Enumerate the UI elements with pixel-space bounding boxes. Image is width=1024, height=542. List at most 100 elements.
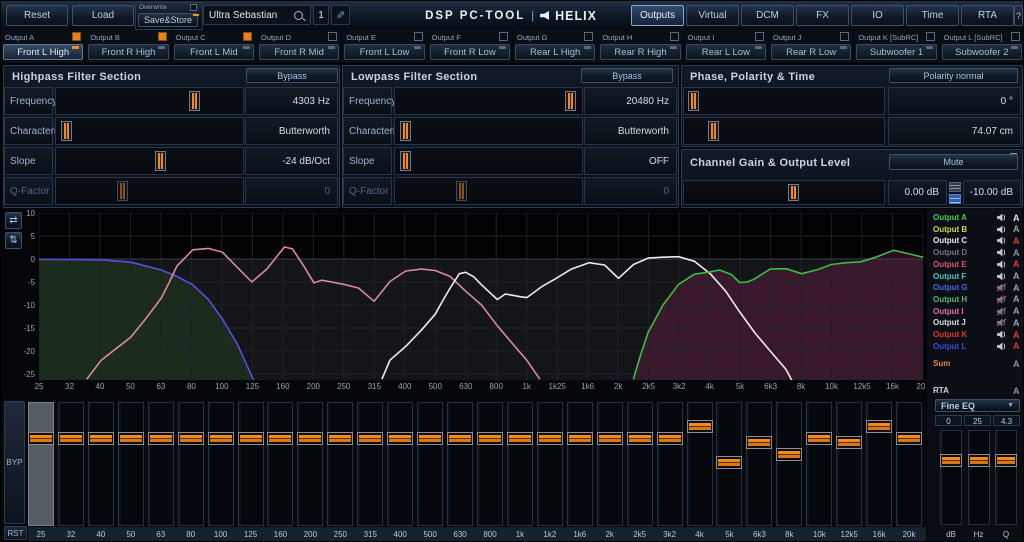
channel-row-b[interactable]: Output BA: [933, 224, 1023, 235]
eq-band-track-80[interactable]: [178, 402, 204, 526]
eq-band-track-500[interactable]: [417, 402, 443, 526]
polarity-button[interactable]: Polarity normal: [889, 68, 1018, 83]
speaker-icon[interactable]: [996, 330, 1007, 339]
speaker-muted-icon[interactable]: [996, 318, 1007, 327]
nav-fx[interactable]: FX: [796, 5, 849, 26]
eq-band-handle-400[interactable]: [387, 432, 413, 445]
edit-preset-button[interactable]: ✎: [331, 5, 350, 25]
highpass-slider-handle[interactable]: [61, 121, 72, 141]
eq-band-track-200[interactable]: [297, 402, 323, 526]
eq-band-track-8k[interactable]: [776, 402, 802, 526]
load-button[interactable]: Load: [72, 5, 134, 26]
eq-band-handle-1k6[interactable]: [567, 432, 593, 445]
eq-band-track-6k3[interactable]: [746, 402, 772, 526]
highpass-slider-handle[interactable]: [189, 91, 200, 111]
eq-band-track-63[interactable]: [148, 402, 174, 526]
output-enable-checkbox[interactable]: [414, 32, 423, 41]
eq-band-handle-800[interactable]: [477, 432, 503, 445]
highpass-slider-handle[interactable]: [117, 181, 128, 201]
eq-band-handle-160[interactable]: [267, 432, 293, 445]
channel-row-f[interactable]: Output FA: [933, 271, 1023, 282]
eq-band-handle-25[interactable]: [28, 432, 54, 445]
channel-row-rta[interactable]: RTAA: [933, 385, 1023, 396]
eq-band-track-125[interactable]: [238, 402, 264, 526]
eq-band-track-250[interactable]: [327, 402, 353, 526]
eq-band-track-400[interactable]: [387, 402, 413, 526]
reset-button[interactable]: Reset: [6, 5, 68, 26]
tab-front-l-high[interactable]: Front L High: [3, 44, 83, 60]
tab-rear-r-high[interactable]: Rear R High: [600, 44, 680, 60]
eq-band-track-32[interactable]: [58, 402, 84, 526]
fine-eq-slider-hz[interactable]: [968, 430, 990, 525]
eq-band-track-3k2[interactable]: [657, 402, 683, 526]
speaker-muted-icon[interactable]: [996, 283, 1007, 292]
eq-band-track-100[interactable]: [208, 402, 234, 526]
lowpass-slider-track[interactable]: [394, 87, 583, 115]
phase-slider-handle[interactable]: [688, 91, 699, 111]
lowpass-slider-track[interactable]: [394, 147, 583, 175]
channel-row-l[interactable]: Output LA: [933, 341, 1023, 352]
eq-band-handle-12k5[interactable]: [836, 436, 862, 449]
nav-virtual[interactable]: Virtual: [686, 5, 739, 26]
tab-front-r-low[interactable]: Front R Low: [430, 44, 510, 60]
channel-row-g[interactable]: Output GA: [933, 282, 1023, 293]
output-enable-checkbox[interactable]: [1011, 32, 1020, 41]
eq-band-track-40[interactable]: [88, 402, 114, 526]
channel-row-a[interactable]: Output AA: [933, 212, 1023, 223]
phase-slider-handle[interactable]: [708, 121, 719, 141]
eq-band-handle-630[interactable]: [447, 432, 473, 445]
eq-band-track-25[interactable]: [28, 402, 54, 526]
eq-band-handle-2k[interactable]: [597, 432, 623, 445]
eq-band-track-315[interactable]: [357, 402, 383, 526]
nav-time[interactable]: Time: [906, 5, 959, 26]
speaker-icon[interactable]: [996, 225, 1007, 234]
eq-band-handle-63[interactable]: [148, 432, 174, 445]
output-enable-checkbox[interactable]: [840, 32, 849, 41]
tab-rear-r-low[interactable]: Rear R Low: [771, 44, 851, 60]
speaker-icon[interactable]: [996, 248, 1007, 257]
eq-band-track-1k[interactable]: [507, 402, 533, 526]
nav-outputs[interactable]: Outputs: [631, 5, 684, 26]
preset-name-field[interactable]: Ultra Sebastian: [203, 5, 311, 25]
eq-band-handle-80[interactable]: [178, 432, 204, 445]
eq-band-track-800[interactable]: [477, 402, 503, 526]
output-enable-checkbox[interactable]: [670, 32, 679, 41]
eq-band-track-630[interactable]: [447, 402, 473, 526]
eq-band-handle-125[interactable]: [238, 432, 264, 445]
channel-row-j[interactable]: Output JA: [933, 317, 1023, 328]
speaker-muted-icon[interactable]: [996, 295, 1007, 304]
channel-row-k[interactable]: Output KA: [933, 329, 1023, 340]
speaker-icon[interactable]: [996, 260, 1007, 269]
highpass-slider-track[interactable]: [55, 177, 244, 205]
eq-band-track-1k2[interactable]: [537, 402, 563, 526]
mute-button[interactable]: Mute: [889, 154, 1018, 170]
lowpass-bypass-button[interactable]: Bypass: [581, 68, 673, 83]
highpass-slider-handle[interactable]: [155, 151, 166, 171]
lowpass-slider-handle[interactable]: [400, 121, 411, 141]
eq-band-handle-100[interactable]: [208, 432, 234, 445]
fine-eq-handle-hz[interactable]: [968, 454, 990, 467]
eq-band-handle-40[interactable]: [88, 432, 114, 445]
output-enable-checkbox[interactable]: [755, 32, 764, 41]
channel-row-c[interactable]: Output CA: [933, 235, 1023, 246]
channel-row-e[interactable]: Output EA: [933, 259, 1023, 270]
tab-rear-l-high[interactable]: Rear L High: [515, 44, 595, 60]
channel-row-h[interactable]: Output HA: [933, 294, 1023, 305]
lowpass-slider-handle[interactable]: [565, 91, 576, 111]
eq-band-track-1k6[interactable]: [567, 402, 593, 526]
fine-eq-slider-q[interactable]: [995, 430, 1017, 525]
help-button[interactable]: ?: [1014, 5, 1023, 26]
highpass-bypass-button[interactable]: Bypass: [246, 68, 338, 83]
eq-band-handle-2k5[interactable]: [627, 432, 653, 445]
channel-row-sum[interactable]: SumA: [933, 358, 1023, 369]
highpass-slider-track[interactable]: [55, 147, 244, 175]
eq-band-handle-20k[interactable]: [896, 432, 922, 445]
eq-band-handle-32[interactable]: [58, 432, 84, 445]
fine-eq-handle-q[interactable]: [995, 454, 1017, 467]
nav-dcm[interactable]: DCM: [741, 5, 794, 26]
tab-front-l-mid[interactable]: Front L Mid: [174, 44, 254, 60]
speaker-icon[interactable]: [996, 213, 1007, 222]
speaker-icon[interactable]: [996, 236, 1007, 245]
highpass-slider-track[interactable]: [55, 87, 244, 115]
eq-band-handle-200[interactable]: [297, 432, 323, 445]
